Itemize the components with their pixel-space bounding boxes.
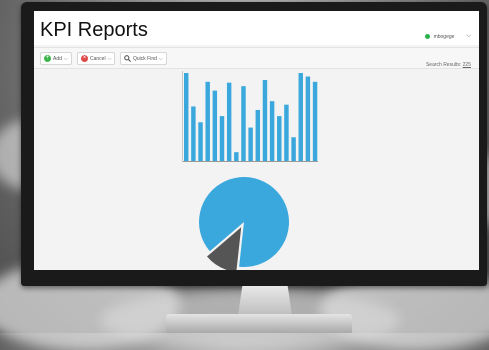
chevron-down-icon: ⌵ (158, 55, 163, 62)
cancel-button-label: Cancel (90, 55, 106, 62)
bar-7 (226, 82, 232, 161)
bar-14 (277, 116, 282, 161)
monitor-stand-neck (238, 286, 292, 316)
status-dot-icon (424, 34, 430, 39)
cancel-icon: × (81, 55, 88, 62)
bar-17 (298, 73, 303, 161)
user-name: mbogege (433, 33, 455, 40)
monitor-stand-base (166, 314, 352, 333)
bar-2 (191, 106, 196, 161)
search-results-count[interactable]: 225 (463, 62, 471, 68)
pie-chart (199, 177, 289, 270)
add-button-label: Add (53, 55, 62, 62)
bar-18 (305, 76, 311, 161)
quick-find-button[interactable]: Quick Find ⌵ (120, 52, 167, 65)
bar-4 (205, 81, 210, 161)
app-screen: KPI Reports mbogege ⌵ + Add ⌵ × Cancel ⌵… (34, 11, 479, 270)
bar-10 (248, 127, 253, 161)
bar-3 (198, 122, 203, 161)
bar-16 (291, 137, 296, 161)
search-results: Search Results: 225 (426, 62, 471, 68)
bar-11 (255, 109, 261, 161)
bar-8 (234, 152, 239, 161)
bar-13 (269, 101, 275, 161)
add-icon: + (44, 55, 51, 62)
page-title: KPI Reports (40, 19, 148, 41)
search-results-label: Search Results: (425, 62, 462, 68)
bar-15 (284, 104, 289, 161)
title-bar: KPI Reports mbogege ⌵ (34, 11, 479, 45)
chevron-down-icon: ⌵ (63, 55, 68, 62)
bar-9 (241, 86, 246, 161)
bar-5 (212, 90, 218, 161)
bar-12 (262, 80, 268, 161)
bar-6 (219, 116, 225, 161)
add-button[interactable]: + Add ⌵ (40, 52, 72, 65)
bar-1 (184, 73, 189, 161)
bar-19 (312, 81, 318, 161)
bar-chart (182, 71, 318, 162)
cancel-button[interactable]: × Cancel ⌵ (77, 52, 116, 65)
toolbar: + Add ⌵ × Cancel ⌵ Quick Find ⌵ (34, 47, 479, 69)
chevron-down-icon: ⌵ (107, 55, 112, 62)
search-icon (124, 55, 132, 63)
quick-find-label: Quick Find (133, 55, 157, 62)
chevron-down-icon: ⌵ (466, 33, 471, 39)
user-menu[interactable]: mbogege ⌵ (424, 33, 471, 40)
